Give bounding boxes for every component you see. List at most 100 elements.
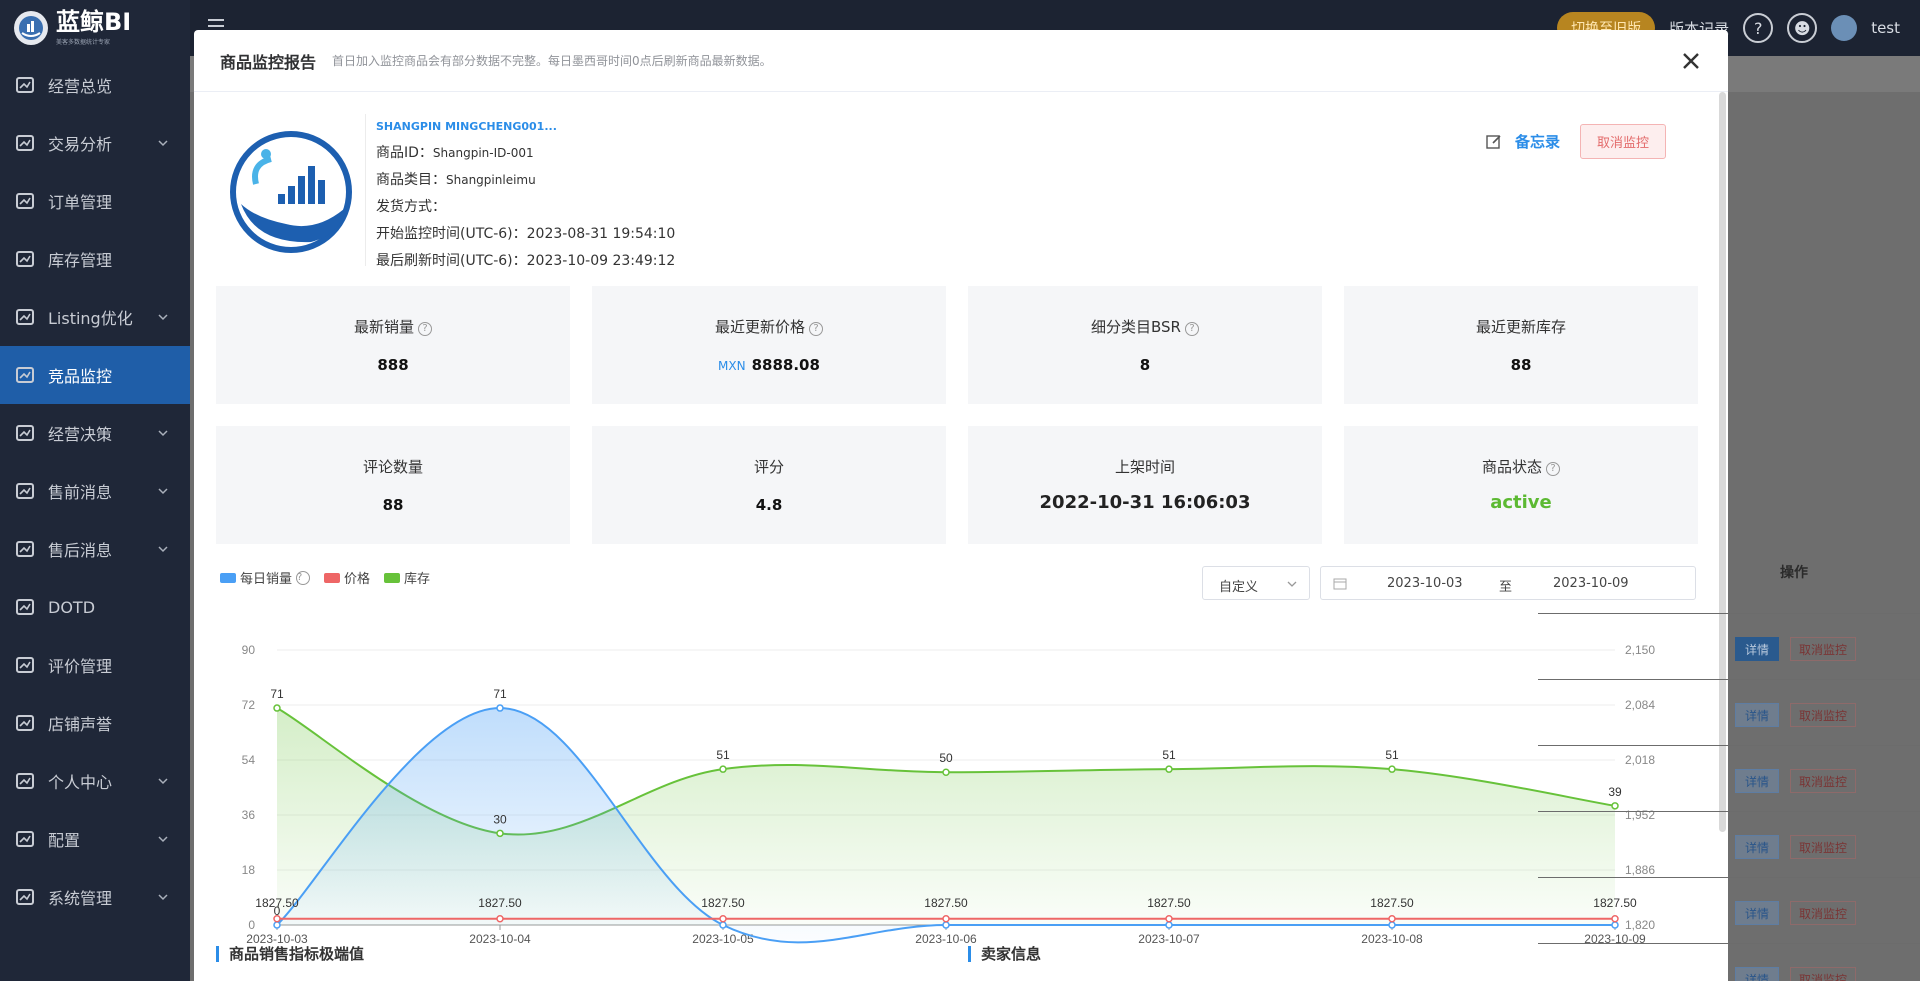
calendar-icon <box>1333 578 1347 590</box>
data-label: 1827.50 <box>1370 896 1414 910</box>
series-point <box>1388 921 1396 929</box>
sidebar-item-label: 店铺声誉 <box>48 715 113 734</box>
series-point <box>496 704 504 712</box>
question-icon[interactable]: ? <box>1184 322 1199 336</box>
system-icon <box>14 886 36 908</box>
series-point <box>273 704 281 712</box>
background-detail-button[interactable]: 详情 <box>1735 703 1779 727</box>
product-start-row: 开始监控时间(UTC-6)：2023-08-31 19:54:10 <box>376 224 675 251</box>
sidebar: 蓝鲸BI 美客多数据统计专家 经营总览 交易分析 订单管理 库存管理 Listing优化… <box>0 0 190 981</box>
background-table-row: 详情 取消监控 <box>1538 943 1920 981</box>
chevron-down-icon <box>156 541 170 555</box>
chat-icon[interactable]: ☻ <box>1787 13 1818 43</box>
sidebar-item-10[interactable]: 评价管理 <box>0 636 190 694</box>
logo[interactable]: 蓝鲸BI 美客多数据统计专家 <box>0 0 190 56</box>
stat-value: active <box>1344 492 1698 513</box>
product-category-label: 商品类目： <box>376 172 446 188</box>
background-cancel-button[interactable]: 取消监控 <box>1790 901 1856 925</box>
stat-label: 评论数量 <box>216 456 570 477</box>
background-detail-button[interactable]: 详情 <box>1735 901 1779 925</box>
chevron-down-icon <box>156 309 170 323</box>
reputation-icon <box>14 712 36 734</box>
sidebar-item-label: 个人中心 <box>48 773 113 792</box>
legend-item[interactable]: 库存 <box>384 568 430 587</box>
decision-icon <box>14 422 36 444</box>
product-name[interactable]: SHANGPIN MINGCHENG001... <box>376 120 675 133</box>
series-point <box>1165 921 1173 929</box>
question-icon[interactable]: ? <box>1546 462 1560 476</box>
legend-item[interactable]: 价格 <box>324 568 370 587</box>
background-detail-button[interactable]: 详情 <box>1735 835 1779 859</box>
background-cancel-button[interactable]: 取消监控 <box>1790 637 1856 661</box>
series-point <box>1388 915 1396 923</box>
question-icon[interactable]: ? <box>1743 13 1774 43</box>
stat-label: 最近更新价格? <box>592 316 946 337</box>
date-range-separator: 至 <box>1499 580 1513 595</box>
chevron-down-icon <box>156 889 170 903</box>
y-left-tick-label: 54 <box>242 753 256 767</box>
sidebar-item-5[interactable]: 竞品监控 <box>0 346 190 404</box>
edit-icon[interactable] <box>1485 133 1503 151</box>
question-icon[interactable]: ? <box>296 570 311 585</box>
legend-label: 每日销量 <box>240 572 293 587</box>
background-detail-button[interactable]: 详情 <box>1735 637 1779 661</box>
product-refresh-row: 最后刷新时间(UTC-6)：2023-10-09 23:49:12 <box>376 251 675 278</box>
sidebar-item-8[interactable]: 售后消息 <box>0 520 190 578</box>
sidebar-item-6[interactable]: 经营决策 <box>0 404 190 462</box>
sidebar-item-13[interactable]: 配置 <box>0 810 190 868</box>
series-point <box>719 921 727 929</box>
logo-title: 蓝鲸BI <box>56 8 132 36</box>
background-cancel-button[interactable]: 取消监控 <box>1790 703 1856 727</box>
stat-value: MXN 8888.08 <box>592 356 946 374</box>
background-detail-button[interactable]: 详情 <box>1735 769 1779 793</box>
background-cancel-button[interactable]: 取消监控 <box>1790 967 1856 981</box>
product-shipping-label: 发货方式： <box>376 199 446 215</box>
x-tick-label: 2023-10-03 <box>246 932 308 946</box>
question-icon[interactable]: ? <box>809 322 823 336</box>
data-label: 71 <box>493 687 507 701</box>
sidebar-item-9[interactable]: DOTD <box>0 578 190 636</box>
sidebar-item-3[interactable]: 库存管理 <box>0 230 190 288</box>
product-actions: 备忘录 取消监控 <box>1485 124 1696 159</box>
sidebar-item-11[interactable]: 店铺声誉 <box>0 694 190 752</box>
stat-value: 2022-10-31 16:06:03 <box>968 492 1322 513</box>
avatar[interactable] <box>1831 15 1858 41</box>
range-select[interactable]: 自定义 <box>1202 566 1310 600</box>
stat-card: 最近更新库存 88 <box>1344 286 1698 404</box>
review-icon <box>14 654 36 676</box>
series-point <box>942 921 950 929</box>
x-tick-label: 2023-10-07 <box>1138 932 1200 946</box>
product-info: SHANGPIN MINGCHENG001... 商品ID：Shangpin-I… <box>376 120 675 278</box>
user-name[interactable]: test <box>1871 19 1900 37</box>
modal-note: 首日加入监控商品会有部分数据不完整。每日墨西哥时间0点后刷新商品最新数据。 <box>332 54 772 68</box>
legend-item[interactable]: 每日销量? <box>220 568 311 587</box>
data-label: 51 <box>1385 748 1399 762</box>
sidebar-item-4[interactable]: Listing优化 <box>0 288 190 346</box>
sidebar-item-14[interactable]: 系统管理 <box>0 868 190 926</box>
background-detail-button[interactable]: 详情 <box>1735 967 1779 981</box>
date-from[interactable]: 2023-10-03 <box>1387 576 1463 591</box>
background-cancel-button[interactable]: 取消监控 <box>1790 769 1856 793</box>
stat-card: 评论数量 88 <box>216 426 570 544</box>
memo-link[interactable]: 备忘录 <box>1515 131 1560 152</box>
sidebar-item-7[interactable]: 售前消息 <box>0 462 190 520</box>
close-icon[interactable] <box>1680 50 1702 72</box>
product-refresh-label: 最后刷新时间(UTC-6)： <box>376 253 527 269</box>
date-to[interactable]: 2023-10-09 <box>1553 576 1629 591</box>
background-cancel-button[interactable]: 取消监控 <box>1790 835 1856 859</box>
stat-label: 商品状态? <box>1344 456 1698 477</box>
sidebar-item-label: Listing优化 <box>48 309 133 328</box>
stat-value-text: 888 <box>377 356 409 374</box>
sidebar-item-2[interactable]: 订单管理 <box>0 172 190 230</box>
monitor-chart: 018365472901,8201,8861,9522,0182,0842,15… <box>242 643 1656 946</box>
sidebar-item-1[interactable]: 交易分析 <box>0 114 190 172</box>
sidebar-item-0[interactable]: 经营总览 <box>0 56 190 114</box>
stat-label: 评分 <box>592 456 946 477</box>
cancel-monitor-button[interactable]: 取消监控 <box>1579 124 1666 159</box>
question-icon[interactable]: ? <box>418 322 432 336</box>
sidebar-item-12[interactable]: 个人中心 <box>0 752 190 810</box>
stat-label-text: 细分类目BSR <box>1091 318 1181 336</box>
date-range-picker[interactable]: 2023-10-03 至 2023-10-09 <box>1320 566 1696 600</box>
truck-icon <box>14 538 36 560</box>
chart-legend: 每日销量? 价格 库存 <box>220 568 438 587</box>
